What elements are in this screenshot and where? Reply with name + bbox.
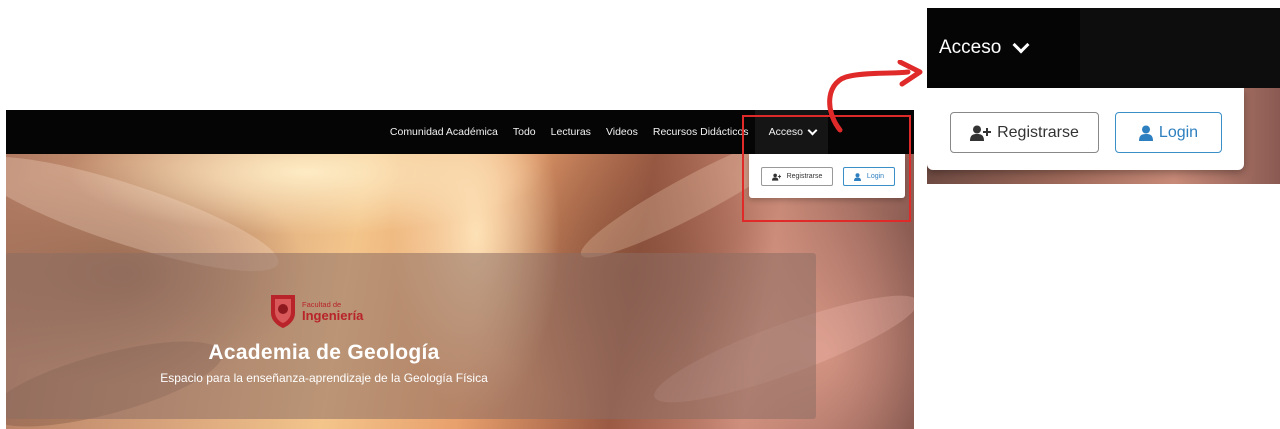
zoomed-detail: Acceso Registrarse Login — [927, 8, 1280, 184]
chevron-down-icon — [1012, 36, 1030, 54]
nav-link-lecturas[interactable]: Lecturas — [551, 126, 591, 138]
nav-link-comunidad[interactable]: Comunidad Académica — [390, 126, 498, 138]
annotated-screenshot: Comunidad Académica Todo Lecturas Videos… — [0, 0, 1280, 429]
zoom-acceso-dropdown: Registrarse Login — [927, 88, 1244, 170]
user-icon — [1138, 125, 1153, 141]
zoom-register-button[interactable]: Registrarse — [950, 112, 1099, 153]
logo-text-big: Ingeniería — [302, 307, 364, 323]
logo-text: Facultad de Ingeniería — [302, 300, 364, 323]
page-subtitle: Espacio para la enseñanza-aprendizaje de… — [160, 371, 488, 385]
unam-crest-icon — [271, 295, 295, 328]
user-plus-icon — [970, 125, 992, 141]
hero-card: Facultad de Ingeniería Academia de Geolo… — [6, 253, 816, 419]
nav-link-recursos[interactable]: Recursos Didácticos — [653, 126, 749, 138]
zoom-login-button[interactable]: Login — [1115, 112, 1222, 153]
nav-link-videos[interactable]: Videos — [606, 126, 638, 138]
annotation-arrow — [827, 60, 923, 133]
zoom-login-label: Login — [1158, 123, 1199, 141]
website-screenshot: Comunidad Académica Todo Lecturas Videos… — [6, 110, 914, 429]
faculty-logo: Facultad de Ingeniería — [268, 293, 363, 329]
page-title: Academia de Geología — [208, 341, 440, 364]
zoom-acceso-toggle[interactable]: Acceso — [927, 8, 1080, 88]
nav-link-todo[interactable]: Todo — [513, 126, 536, 138]
zoom-acceso-label: Acceso — [939, 37, 1002, 58]
zoom-register-label: Registrarse — [997, 123, 1079, 141]
